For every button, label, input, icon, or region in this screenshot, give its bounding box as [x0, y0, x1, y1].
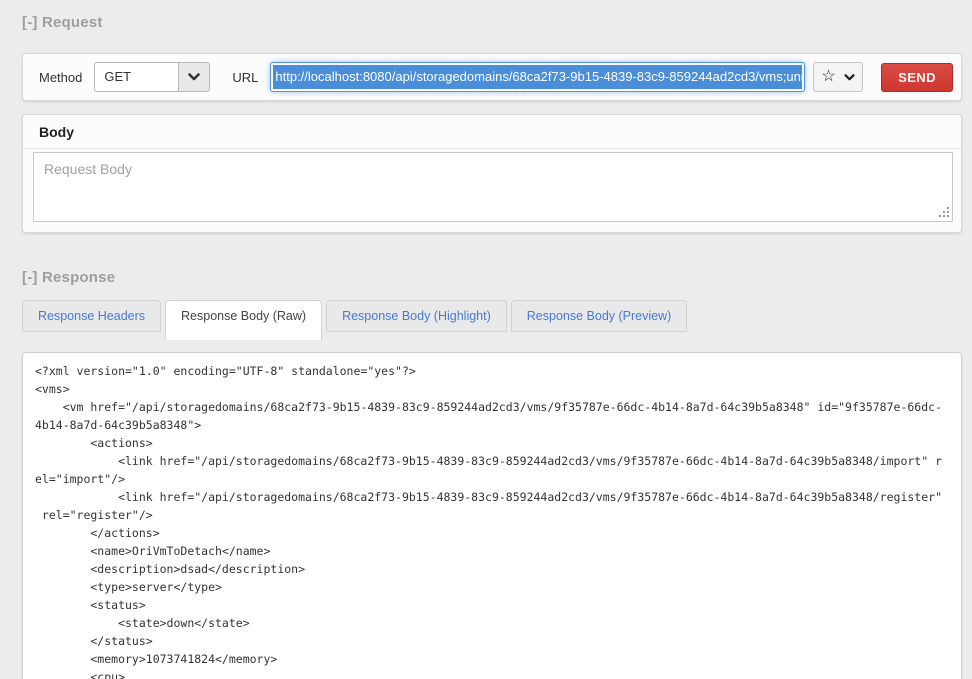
response-tabs: Response Headers Response Body (Raw) Res…	[22, 300, 962, 341]
favorites-dropdown-button[interactable]: ☆	[813, 62, 863, 92]
method-select[interactable]: GET	[94, 62, 178, 92]
response-section-toggle[interactable]: [-] Response	[22, 269, 962, 286]
url-label: URL	[232, 70, 258, 85]
send-button[interactable]: SEND	[881, 63, 953, 92]
method-dropdown-button[interactable]	[178, 62, 210, 92]
request-body-panel: Body	[22, 114, 962, 233]
body-panel-title: Body	[23, 115, 961, 149]
textarea-resize-grip[interactable]	[947, 215, 949, 217]
method-label: Method	[39, 70, 82, 85]
tab-response-body-preview[interactable]: Response Body (Preview)	[511, 300, 688, 332]
chevron-down-icon	[844, 74, 855, 81]
rest-client-page: [-] Request Method GET URL http://localh…	[0, 0, 972, 679]
request-body-textarea[interactable]	[33, 152, 953, 222]
url-input[interactable]: http://localhost:8080/api/storagedomains…	[270, 62, 805, 92]
response-body-pre: <?xml version="1.0" encoding="UTF-8" sta…	[35, 362, 949, 679]
tab-response-body-raw[interactable]: Response Body (Raw)	[165, 300, 322, 340]
request-bar: Method GET URL http://localhost:8080/api…	[22, 53, 962, 101]
method-select-group: GET	[94, 62, 210, 92]
url-selected-text: http://localhost:8080/api/storagedomains…	[273, 65, 802, 89]
chevron-down-icon	[188, 73, 200, 81]
tab-response-headers[interactable]: Response Headers	[22, 300, 161, 332]
tab-response-body-highlight[interactable]: Response Body (Highlight)	[326, 300, 507, 332]
body-area	[23, 149, 961, 222]
response-body-panel: <?xml version="1.0" encoding="UTF-8" sta…	[22, 352, 962, 679]
request-section-toggle[interactable]: [-] Request	[22, 14, 962, 31]
star-icon: ☆	[821, 69, 835, 85]
